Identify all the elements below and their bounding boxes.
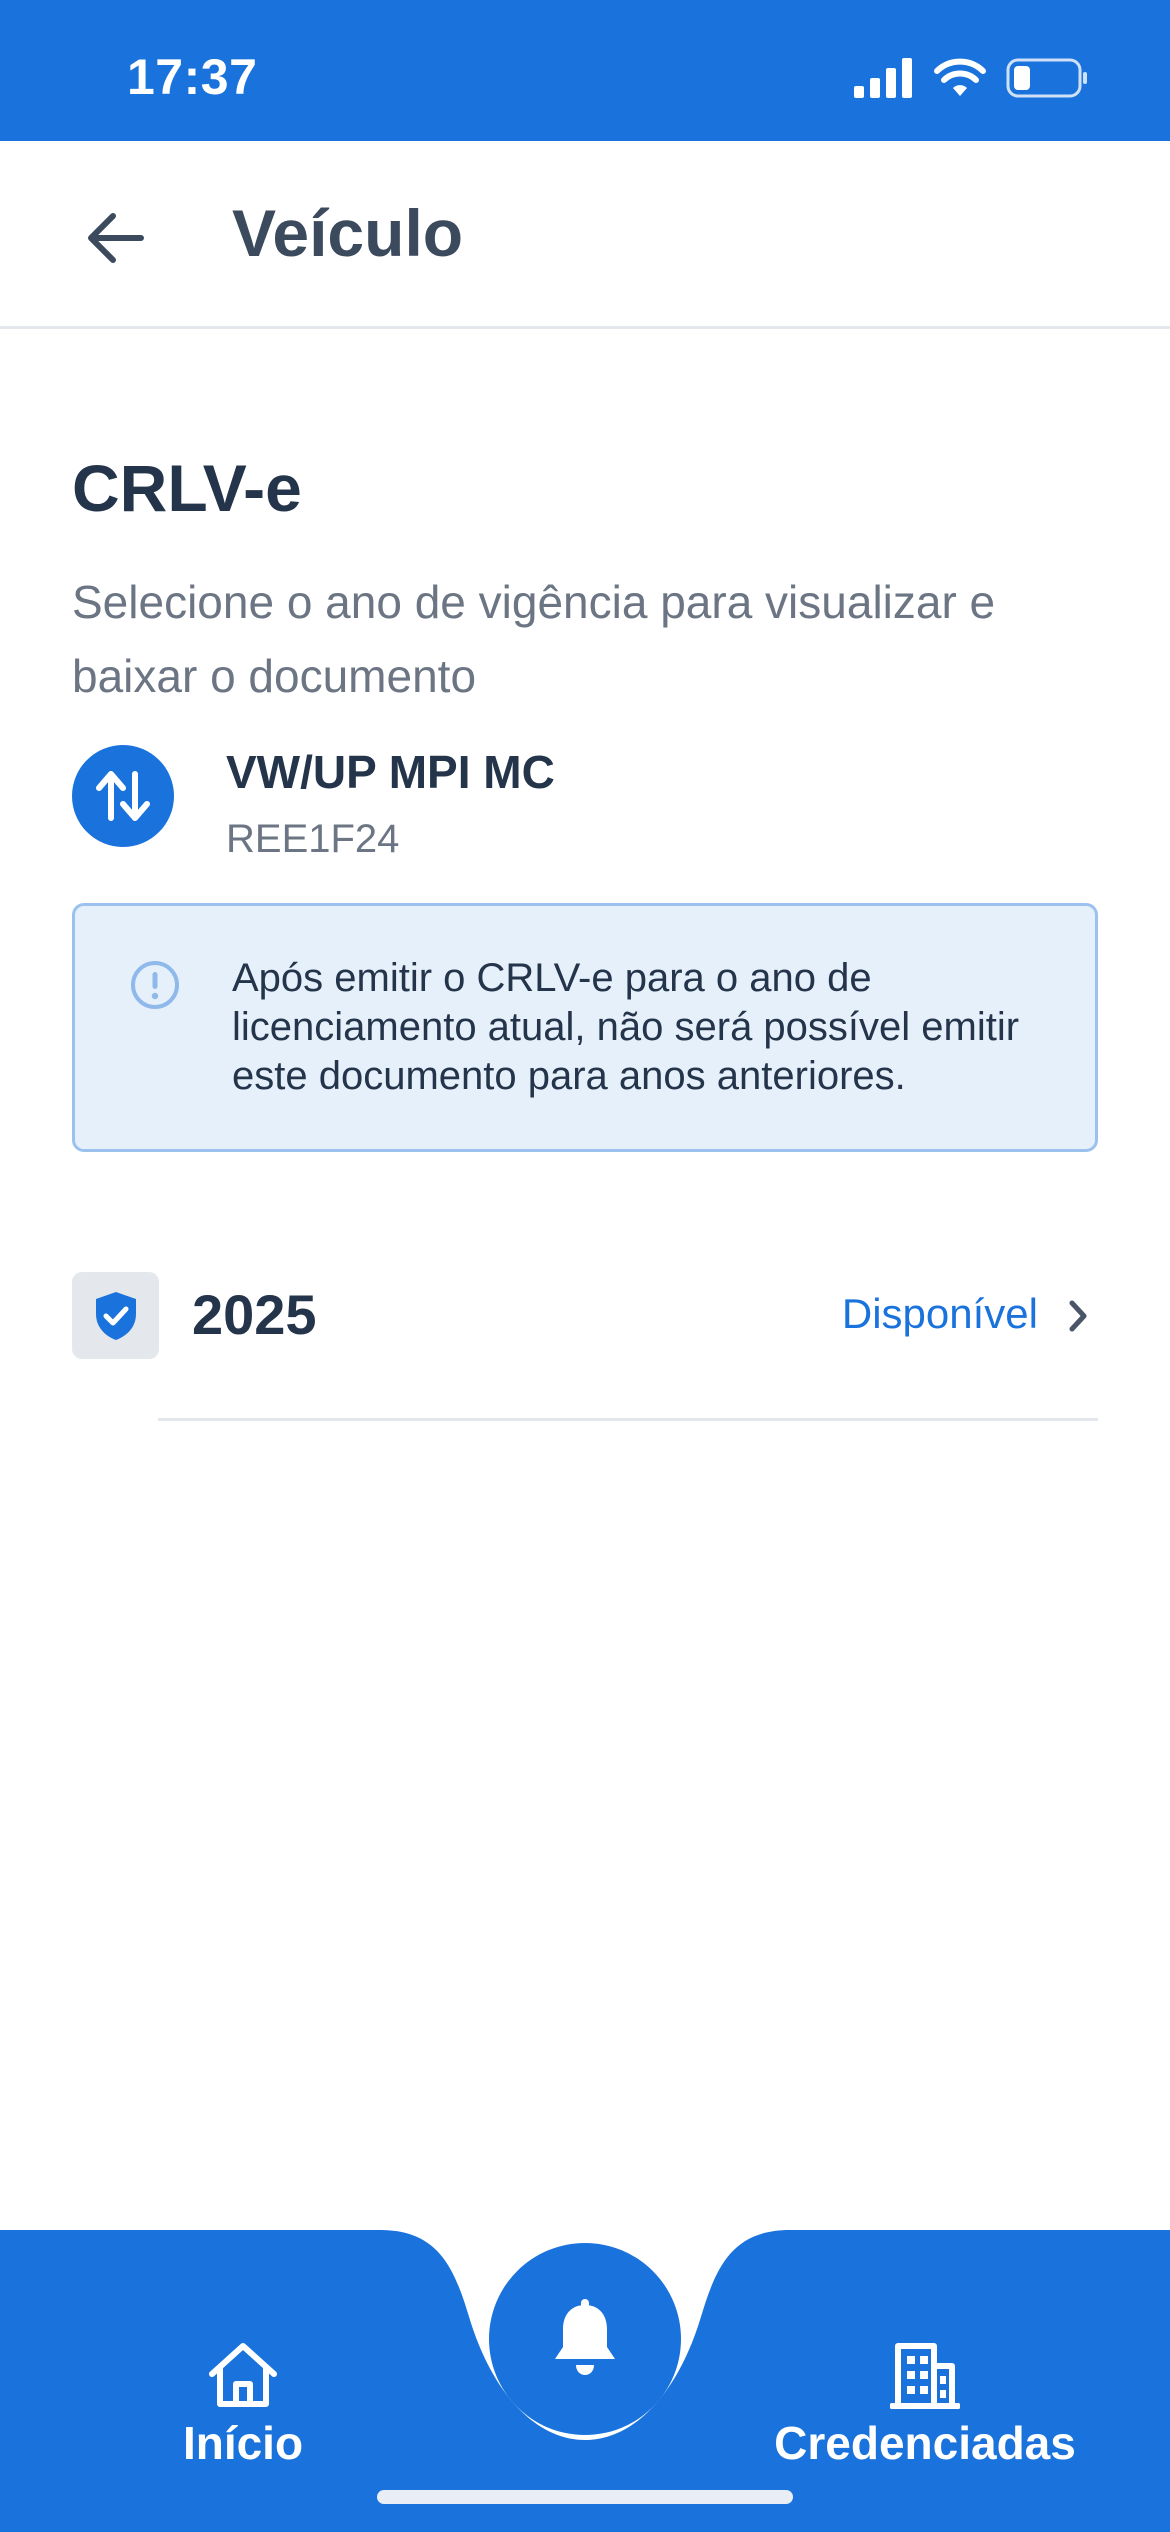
battery-icon (1006, 58, 1087, 98)
shield-badge (72, 1272, 159, 1359)
info-notice-text: Após emitir o CRLV-e para o ano de licen… (232, 956, 1020, 1098)
section-description: Selecione o ano de vigência para visuali… (72, 576, 996, 702)
arrow-left-icon (88, 213, 144, 263)
nav-item-label: Início (182, 2417, 304, 2469)
vehicle-plate: REE1F24 (226, 817, 400, 861)
bell-icon (555, 2299, 615, 2375)
nav-item-label: Credenciadas (774, 2417, 1076, 2469)
nav-item-inicio[interactable]: Início (150, 2340, 336, 2470)
year-list-item[interactable]: 2025 Disponível (72, 1272, 1098, 1421)
vehicle-name: VW/UP MPI MC (226, 746, 555, 798)
building-icon (890, 2343, 960, 2409)
wifi-icon (934, 58, 986, 96)
shield-check-icon (95, 1291, 136, 1340)
status-time: 17:37 (127, 49, 258, 105)
app-header: Veículo (0, 141, 1170, 329)
status-bar: 17:37 (0, 0, 1170, 141)
status-icons (854, 56, 1090, 100)
info-notice: Após emitir o CRLV-e para o ano de licen… (72, 903, 1098, 1152)
year-label: 2025 (192, 1283, 317, 1346)
cellular-signal-icon (854, 58, 912, 98)
chevron-right-icon (1058, 1294, 1098, 1338)
vehicle-selector: VW/UP MPI MC REE1F24 (72, 745, 1098, 875)
divider (158, 1418, 1098, 1421)
home-indicator (377, 2490, 793, 2504)
page-title: Veículo (232, 196, 464, 270)
notifications-button[interactable] (489, 2243, 681, 2435)
home-icon (209, 2343, 277, 2407)
nav-item-credenciadas[interactable]: Credenciadas (760, 2340, 1090, 2470)
back-button[interactable] (80, 203, 150, 273)
swap-vertical-icon (96, 771, 150, 821)
alert-circle-icon (131, 961, 179, 1009)
swap-vehicle-button[interactable] (72, 745, 174, 847)
availability-status[interactable]: Disponível (842, 1290, 1038, 1338)
section-title: CRLV-e (72, 451, 302, 525)
